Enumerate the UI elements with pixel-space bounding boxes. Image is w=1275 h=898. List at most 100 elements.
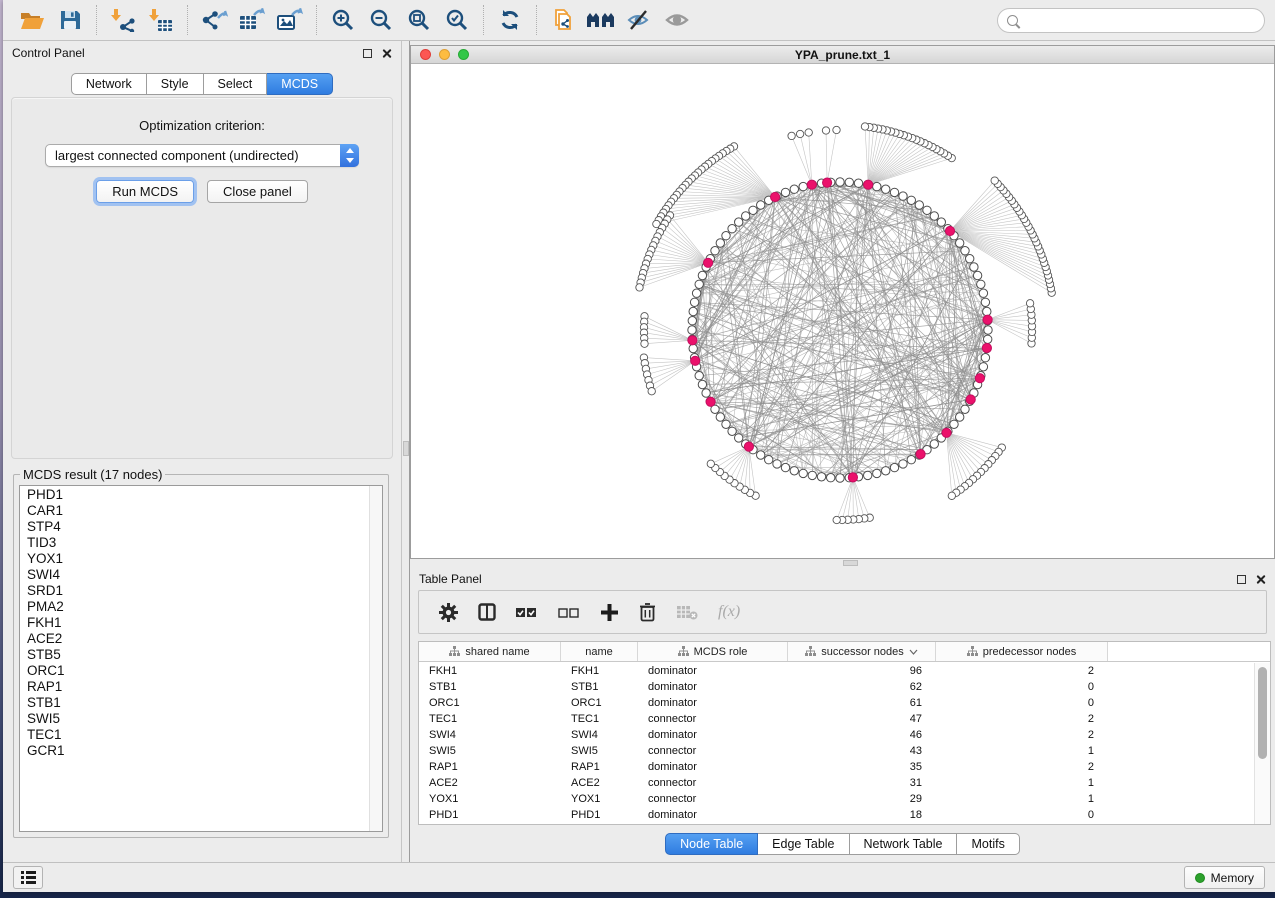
result-list-item[interactable]: PHD1 <box>20 487 368 503</box>
result-list-item[interactable]: SWI4 <box>20 567 368 583</box>
result-list-item[interactable]: TID3 <box>20 535 368 551</box>
table-cell: dominator <box>638 809 788 821</box>
delete-table-button <box>676 604 698 620</box>
result-list-item[interactable]: ACE2 <box>20 631 368 647</box>
mcds-panel: Optimization criterion: largest connecte… <box>11 97 393 459</box>
table-row[interactable]: STB1STB1dominator620 <box>419 679 1254 695</box>
float-panel-icon[interactable] <box>363 49 372 58</box>
table-cell: 29 <box>788 793 936 805</box>
unselect-all-button[interactable] <box>558 605 580 620</box>
result-list-item[interactable]: STP4 <box>20 519 368 535</box>
column-header-mcds-role[interactable]: MCDS role <box>638 642 788 661</box>
column-header-predecessor-nodes[interactable]: predecessor nodes <box>936 642 1108 661</box>
vertical-splitter-handle[interactable] <box>403 441 409 456</box>
control-panel-title: Control Panel <box>12 46 85 60</box>
save-button[interactable] <box>51 4 89 36</box>
table-tab-motifs[interactable]: Motifs <box>957 833 1019 855</box>
table-row[interactable]: TEC1TEC1connector472 <box>419 711 1254 727</box>
add-row-button[interactable] <box>600 603 619 622</box>
open-file-button[interactable] <box>13 4 51 36</box>
memory-button[interactable]: Memory <box>1184 866 1265 889</box>
first-neighbors-button[interactable] <box>582 4 620 36</box>
result-list-item[interactable]: TEC1 <box>20 727 368 743</box>
result-list-item[interactable]: ORC1 <box>20 663 368 679</box>
tab-network[interactable]: Network <box>71 73 147 95</box>
result-list-item[interactable]: YOX1 <box>20 551 368 567</box>
result-list-item[interactable]: SRD1 <box>20 583 368 599</box>
import-table-button[interactable] <box>142 4 180 36</box>
minimize-window-icon[interactable] <box>439 49 450 60</box>
table-row[interactable]: ACE2ACE2connector311 <box>419 775 1254 791</box>
run-mcds-button[interactable]: Run MCDS <box>96 180 194 203</box>
horizontal-splitter[interactable] <box>410 559 1275 567</box>
float-table-panel-icon[interactable] <box>1237 575 1246 584</box>
result-list-item[interactable]: CAR1 <box>20 503 368 519</box>
refresh-button[interactable] <box>491 4 529 36</box>
table-row[interactable]: FKH1FKH1dominator962 <box>419 663 1254 679</box>
table-cell: connector <box>638 777 788 789</box>
table-row[interactable]: PHD1PHD1dominator180 <box>419 807 1254 823</box>
zoom-in-button[interactable] <box>324 4 362 36</box>
show-graphics-details-button[interactable] <box>658 4 696 36</box>
export-image-button[interactable] <box>271 4 309 36</box>
table-cell: 46 <box>788 729 936 741</box>
table-tab-edge-table[interactable]: Edge Table <box>758 833 849 855</box>
result-list-item[interactable]: STB1 <box>20 695 368 711</box>
table-row[interactable]: RAP1RAP1dominator352 <box>419 759 1254 775</box>
table-cell: FKH1 <box>561 665 638 677</box>
table-row[interactable]: SWI4SWI4dominator462 <box>419 727 1254 743</box>
zoom-selected-icon <box>445 8 469 32</box>
table-cell: 62 <box>788 681 936 693</box>
close-table-panel-icon[interactable] <box>1255 574 1266 585</box>
column-header-shared-name[interactable]: shared name <box>419 642 561 661</box>
hide-selected-button[interactable] <box>620 4 658 36</box>
horizontal-splitter-handle[interactable] <box>843 560 858 566</box>
criterion-select[interactable]: largest connected component (undirected) <box>45 144 359 167</box>
search-input[interactable] <box>1024 13 1255 27</box>
result-list-item[interactable]: SWI5 <box>20 711 368 727</box>
table-panel: Table Panel f(x) <box>410 567 1275 862</box>
zoom-selected-button[interactable] <box>438 4 476 36</box>
zoom-fit-button[interactable] <box>400 4 438 36</box>
table-cell: YOX1 <box>419 793 561 805</box>
zoom-out-button[interactable] <box>362 4 400 36</box>
result-list-item[interactable]: GCR1 <box>20 743 368 759</box>
network-canvas[interactable] <box>411 64 1274 558</box>
close-panel-button[interactable]: Close panel <box>207 180 308 203</box>
tab-mcds[interactable]: MCDS <box>267 73 333 95</box>
result-list-item[interactable]: PMA2 <box>20 599 368 615</box>
result-list-item[interactable]: RAP1 <box>20 679 368 695</box>
delete-row-button[interactable] <box>639 602 656 622</box>
table-row[interactable]: YOX1YOX1connector291 <box>419 791 1254 807</box>
table-tab-network-table[interactable]: Network Table <box>850 833 958 855</box>
close-window-icon[interactable] <box>420 49 431 60</box>
import-network-button[interactable] <box>104 4 142 36</box>
column-label: name <box>585 646 613 658</box>
table-row[interactable]: ORC1ORC1dominator610 <box>419 695 1254 711</box>
tab-style[interactable]: Style <box>147 73 204 95</box>
close-panel-icon[interactable] <box>381 48 392 59</box>
result-list-scrollbar[interactable] <box>369 486 382 831</box>
result-list-item[interactable]: STB5 <box>20 647 368 663</box>
show-tasks-button[interactable] <box>13 866 43 889</box>
export-image-icon <box>276 8 304 32</box>
duplicate-network-button[interactable] <box>544 4 582 36</box>
toolbar-separator <box>483 5 484 35</box>
attribute-tree-icon <box>678 646 689 657</box>
table-scrollbar[interactable] <box>1254 663 1270 824</box>
column-header-name[interactable]: name <box>561 642 638 661</box>
table-scrollbar-thumb[interactable] <box>1258 667 1267 759</box>
vertical-splitter[interactable] <box>401 41 410 862</box>
network-window-titlebar[interactable]: YPA_prune.txt_1 <box>411 46 1274 64</box>
table-tab-node-table[interactable]: Node Table <box>665 833 758 855</box>
show-columns-button[interactable] <box>478 603 496 621</box>
export-network-button[interactable] <box>195 4 233 36</box>
result-list-item[interactable]: FKH1 <box>20 615 368 631</box>
table-settings-button[interactable] <box>439 603 458 622</box>
export-table-button[interactable] <box>233 4 271 36</box>
maximize-window-icon[interactable] <box>458 49 469 60</box>
table-row[interactable]: SWI5SWI5connector431 <box>419 743 1254 759</box>
column-header-successor-nodes[interactable]: successor nodes <box>788 642 936 661</box>
select-all-button[interactable] <box>516 605 538 620</box>
tab-select[interactable]: Select <box>204 73 268 95</box>
